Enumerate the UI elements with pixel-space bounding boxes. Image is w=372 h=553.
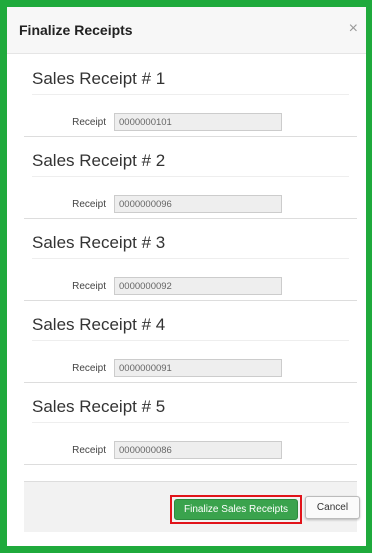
receipt-number-input[interactable] — [114, 441, 282, 459]
receipt-label: Receipt — [72, 280, 106, 292]
receipt-label: Receipt — [72, 444, 106, 456]
receipt-label: Receipt — [72, 362, 106, 374]
modal-frame: Finalize Receipts × Sales Receipt # 1 Re… — [7, 7, 366, 546]
close-icon[interactable]: × — [349, 21, 358, 37]
receipt-number-input[interactable] — [114, 113, 282, 131]
receipt-number-input[interactable] — [114, 195, 282, 213]
divider — [32, 422, 349, 423]
modal-title: Finalize Receipts — [19, 22, 133, 38]
finalize-sales-receipts-button[interactable]: Finalize Sales Receipts — [174, 499, 298, 520]
receipt-title: Sales Receipt # 4 — [32, 315, 166, 334]
receipts-list: Sales Receipt # 1 Receipt Sales Receipt … — [24, 55, 357, 465]
sales-receipt-4: Sales Receipt # 4 Receipt — [24, 301, 357, 383]
modal-header: Finalize Receipts × — [7, 7, 366, 54]
receipt-title: Sales Receipt # 3 — [32, 233, 166, 252]
receipt-row: Receipt — [24, 358, 357, 378]
receipt-row: Receipt — [24, 440, 357, 460]
receipt-number-input[interactable] — [114, 359, 282, 377]
cancel-button[interactable]: Cancel — [305, 496, 360, 519]
receipt-row: Receipt — [24, 276, 357, 296]
divider — [32, 340, 349, 341]
receipt-row: Receipt — [24, 194, 357, 214]
sales-receipt-3: Sales Receipt # 3 Receipt — [24, 219, 357, 301]
modal-footer: Finalize Sales Receipts Cancel — [24, 481, 360, 532]
receipt-number-input[interactable] — [114, 277, 282, 295]
sales-receipt-5: Sales Receipt # 5 Receipt — [24, 383, 357, 465]
divider — [32, 258, 349, 259]
sales-receipt-1: Sales Receipt # 1 Receipt — [24, 55, 357, 137]
receipt-title: Sales Receipt # 2 — [32, 151, 166, 170]
sales-receipt-2: Sales Receipt # 2 Receipt — [24, 137, 357, 219]
divider — [32, 94, 349, 95]
receipt-title: Sales Receipt # 1 — [32, 69, 166, 88]
receipt-label: Receipt — [72, 116, 106, 128]
receipt-row: Receipt — [24, 112, 357, 132]
receipt-title: Sales Receipt # 5 — [32, 397, 166, 416]
receipt-label: Receipt — [72, 198, 106, 210]
divider — [32, 176, 349, 177]
